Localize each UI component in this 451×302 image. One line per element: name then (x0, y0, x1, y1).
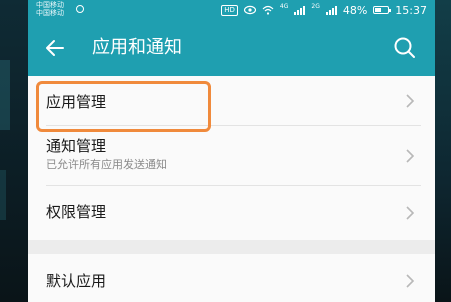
background-glow (0, 170, 6, 220)
search-icon[interactable] (391, 34, 419, 62)
list-item-notification-management[interactable]: 通知管理 已允许所有应用发送通知 (28, 126, 435, 186)
status-bar: 中国移动 中国移动 HD 4G 2G 48% 15:37 (28, 0, 435, 20)
section-gap (28, 240, 435, 254)
status-bar-right: HD 4G 2G 48% 15:37 (221, 0, 427, 20)
network-type-2: 2G (311, 2, 320, 10)
chevron-right-icon (406, 149, 415, 163)
list-item-default-apps[interactable]: 默认应用 (28, 254, 435, 302)
phone-screen: 中国移动 中国移动 HD 4G 2G 48% 15:37 应用和通知 应用管理 … (28, 0, 435, 302)
battery-icon (373, 6, 392, 14)
eye-icon (243, 5, 256, 15)
list-item-label: 默认应用 (46, 272, 107, 290)
hd-badge: HD (221, 4, 238, 16)
battery-percent: 48% (342, 3, 368, 17)
list-item-permission-management[interactable]: 权限管理 (28, 186, 435, 240)
arrow-left-icon[interactable] (42, 35, 68, 61)
list-item-label: 通知管理 (46, 137, 107, 155)
signal-icon (294, 5, 306, 15)
wifi-icon (262, 5, 274, 15)
background-glow (0, 60, 10, 130)
sync-icon (76, 5, 84, 13)
carrier-1: 中国移动 (36, 1, 64, 9)
page-title: 应用和通知 (92, 37, 182, 58)
background-right-strip (435, 0, 451, 302)
chevron-right-icon (406, 206, 415, 220)
signal-icon (325, 5, 337, 15)
carrier-info: 中国移动 中国移动 (36, 1, 64, 17)
carrier-2: 中国移动 (36, 9, 64, 17)
list-item-subtitle: 已允许所有应用发送通知 (46, 158, 167, 171)
app-bar: 应用和通知 (28, 20, 435, 76)
background-left-strip (0, 0, 28, 302)
list-item-label: 权限管理 (46, 203, 107, 221)
chevron-right-icon (406, 94, 415, 108)
network-type-1: 4G (279, 2, 289, 10)
highlight-box (36, 81, 211, 132)
chevron-right-icon (406, 274, 415, 288)
clock: 15:37 (395, 3, 427, 17)
